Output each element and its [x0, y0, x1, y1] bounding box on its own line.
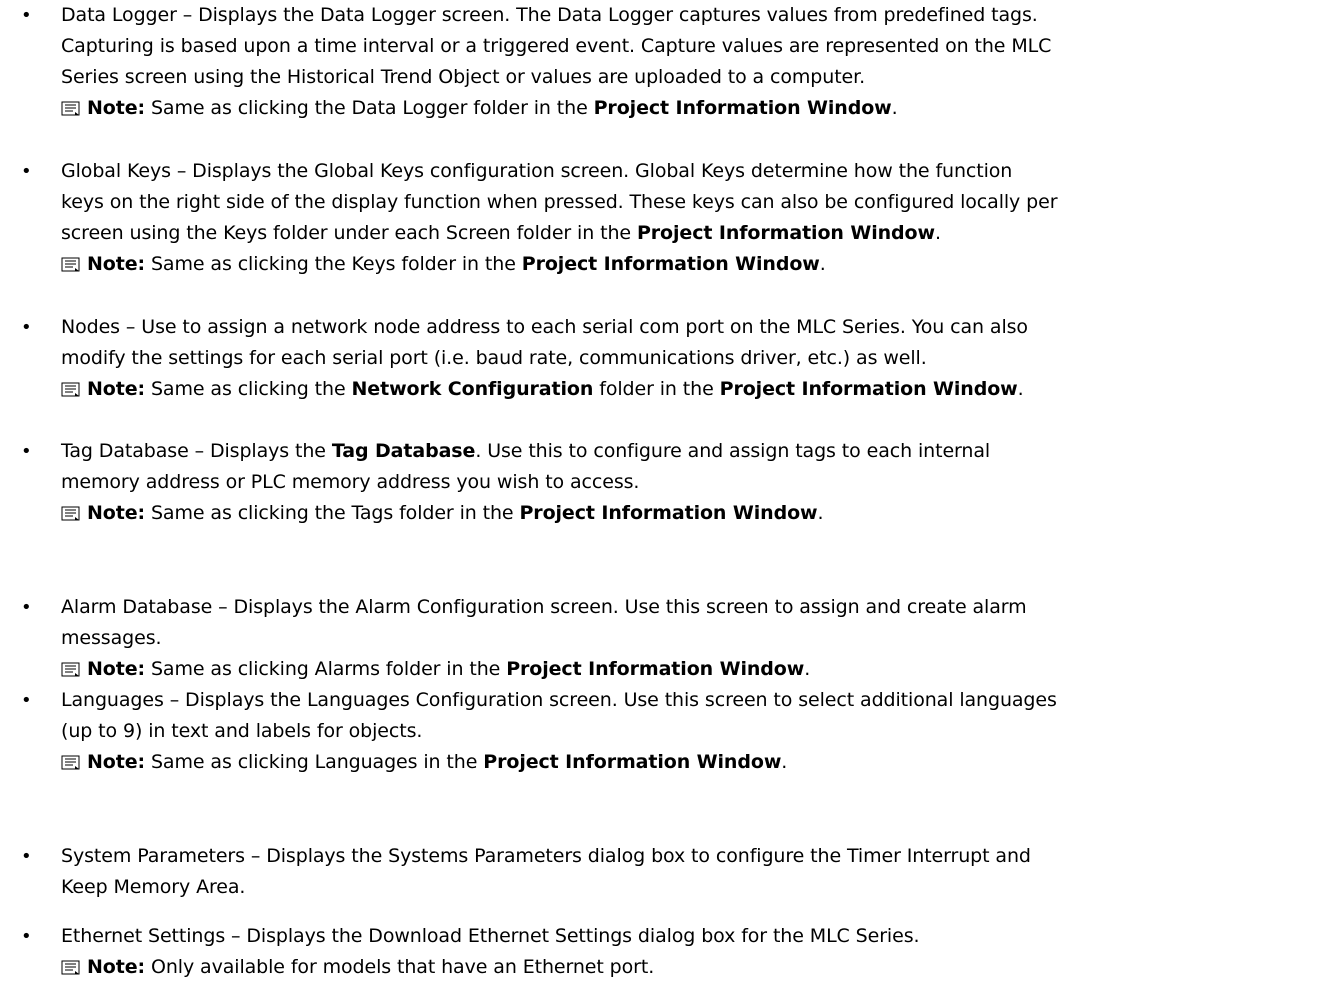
note-icon: [61, 506, 80, 521]
note-bold: Project Information Window: [521, 253, 820, 275]
note-label: Note:: [87, 378, 146, 400]
note-label: Note:: [87, 253, 146, 275]
note-text: Same as clicking the Keys folder in the: [145, 253, 522, 275]
list-item-alarm-database: • Alarm Database – Displays the Alarm Co…: [0, 592, 1311, 685]
note-icon: [61, 382, 80, 397]
note-label: Note:: [87, 97, 146, 119]
text-line: memory address or PLC memory address you…: [61, 471, 640, 493]
text-line: messages.: [61, 627, 162, 649]
bullet: •: [21, 317, 32, 338]
text-line: Alarm Database – Displays the Alarm Conf…: [61, 596, 1027, 618]
text-line: keys on the right side of the display fu…: [61, 191, 1058, 213]
note-text: .: [804, 658, 811, 680]
note: Note: Only available for models that hav…: [61, 952, 1311, 983]
text: . Use this to configure and assign tags …: [475, 440, 991, 462]
note-text: .: [891, 97, 898, 119]
bullet: •: [21, 846, 32, 867]
bold-text: Project Information Window: [636, 222, 935, 244]
note: Note: Same as clicking Alarms folder in …: [61, 654, 1311, 685]
note-text: .: [819, 253, 826, 275]
bullet: •: [21, 690, 32, 711]
note-bold: Project Information Window: [719, 378, 1018, 400]
list-item-ethernet-settings: • Ethernet Settings – Displays the Downl…: [0, 921, 1311, 983]
text-line: Global Keys – Displays the Global Keys c…: [61, 160, 1013, 182]
note-text: .: [781, 751, 788, 773]
bullet: •: [21, 597, 32, 618]
note-text: Same as clicking Alarms folder in the: [145, 658, 507, 680]
list-item-nodes: • Nodes – Use to assign a network node a…: [0, 312, 1311, 405]
note-bold: Project Information Window: [483, 751, 782, 773]
list-item-data-logger: • Data Logger – Displays the Data Logger…: [0, 0, 1311, 124]
bullet: •: [21, 926, 32, 947]
text-line: (up to 9) in text and labels for objects…: [61, 720, 423, 742]
text-line: System Parameters – Displays the Systems…: [61, 845, 1031, 867]
text-line: Keep Memory Area.: [61, 876, 246, 898]
note-icon: [61, 101, 80, 116]
bullet: •: [21, 441, 32, 462]
note-text: folder in the: [593, 378, 720, 400]
note-text: Only available for models that have an E…: [145, 956, 655, 978]
note-icon: [61, 662, 80, 677]
note-text: Same as clicking Languages in the: [145, 751, 484, 773]
note-label: Note:: [87, 751, 146, 773]
text: .: [934, 222, 941, 244]
note-text: .: [817, 502, 824, 524]
note-text: Same as clicking the Data Logger folder …: [145, 97, 594, 119]
list-item-system-parameters: • System Parameters – Displays the Syste…: [0, 841, 1311, 903]
text-line: Capturing is based upon a time interval …: [61, 35, 1052, 57]
note-label: Note:: [87, 502, 146, 524]
text-line: screen using the Keys folder under each …: [61, 218, 1311, 249]
note: Note: Same as clicking the Network Confi…: [61, 374, 1311, 405]
note-bold: Project Information Window: [519, 502, 818, 524]
list-item-languages: • Languages – Displays the Languages Con…: [0, 685, 1311, 778]
note-label: Note:: [87, 956, 146, 978]
note-text: Same as clicking the Tags folder in the: [145, 502, 520, 524]
bullet: •: [21, 5, 32, 26]
note-icon: [61, 960, 80, 975]
note-bold: Project Information Window: [506, 658, 805, 680]
bold-text: Tag Database: [331, 440, 476, 462]
text-line: Data Logger – Displays the Data Logger s…: [61, 4, 1038, 26]
note: Note: Same as clicking the Keys folder i…: [61, 249, 1311, 280]
text-line: Languages – Displays the Languages Confi…: [61, 689, 1057, 711]
note-icon: [61, 257, 80, 272]
note-icon: [61, 755, 80, 770]
bullet: •: [21, 161, 32, 182]
note: Note: Same as clicking the Tags folder i…: [61, 498, 1311, 529]
text-line: Ethernet Settings – Displays the Downloa…: [61, 925, 920, 947]
text-line: Nodes – Use to assign a network node add…: [61, 316, 1028, 338]
note: Note: Same as clicking the Data Logger f…: [61, 93, 1311, 124]
text-line: modify the settings for each serial port…: [61, 347, 927, 369]
text-line: Series screen using the Historical Trend…: [61, 66, 866, 88]
list-item-tag-database: • Tag Database – Displays the Tag Databa…: [0, 436, 1311, 529]
text: screen using the Keys folder under each …: [61, 222, 637, 244]
note: Note: Same as clicking Languages in the …: [61, 747, 1311, 778]
note-text: Same as clicking the: [145, 378, 352, 400]
text: Tag Database – Displays the: [61, 440, 332, 462]
note-bold: Network Configuration: [351, 378, 594, 400]
note-text: .: [1017, 378, 1024, 400]
text-line: Tag Database – Displays the Tag Database…: [61, 436, 1311, 467]
note-label: Note:: [87, 658, 146, 680]
list-item-global-keys: • Global Keys – Displays the Global Keys…: [0, 156, 1311, 280]
note-bold: Project Information Window: [593, 97, 892, 119]
